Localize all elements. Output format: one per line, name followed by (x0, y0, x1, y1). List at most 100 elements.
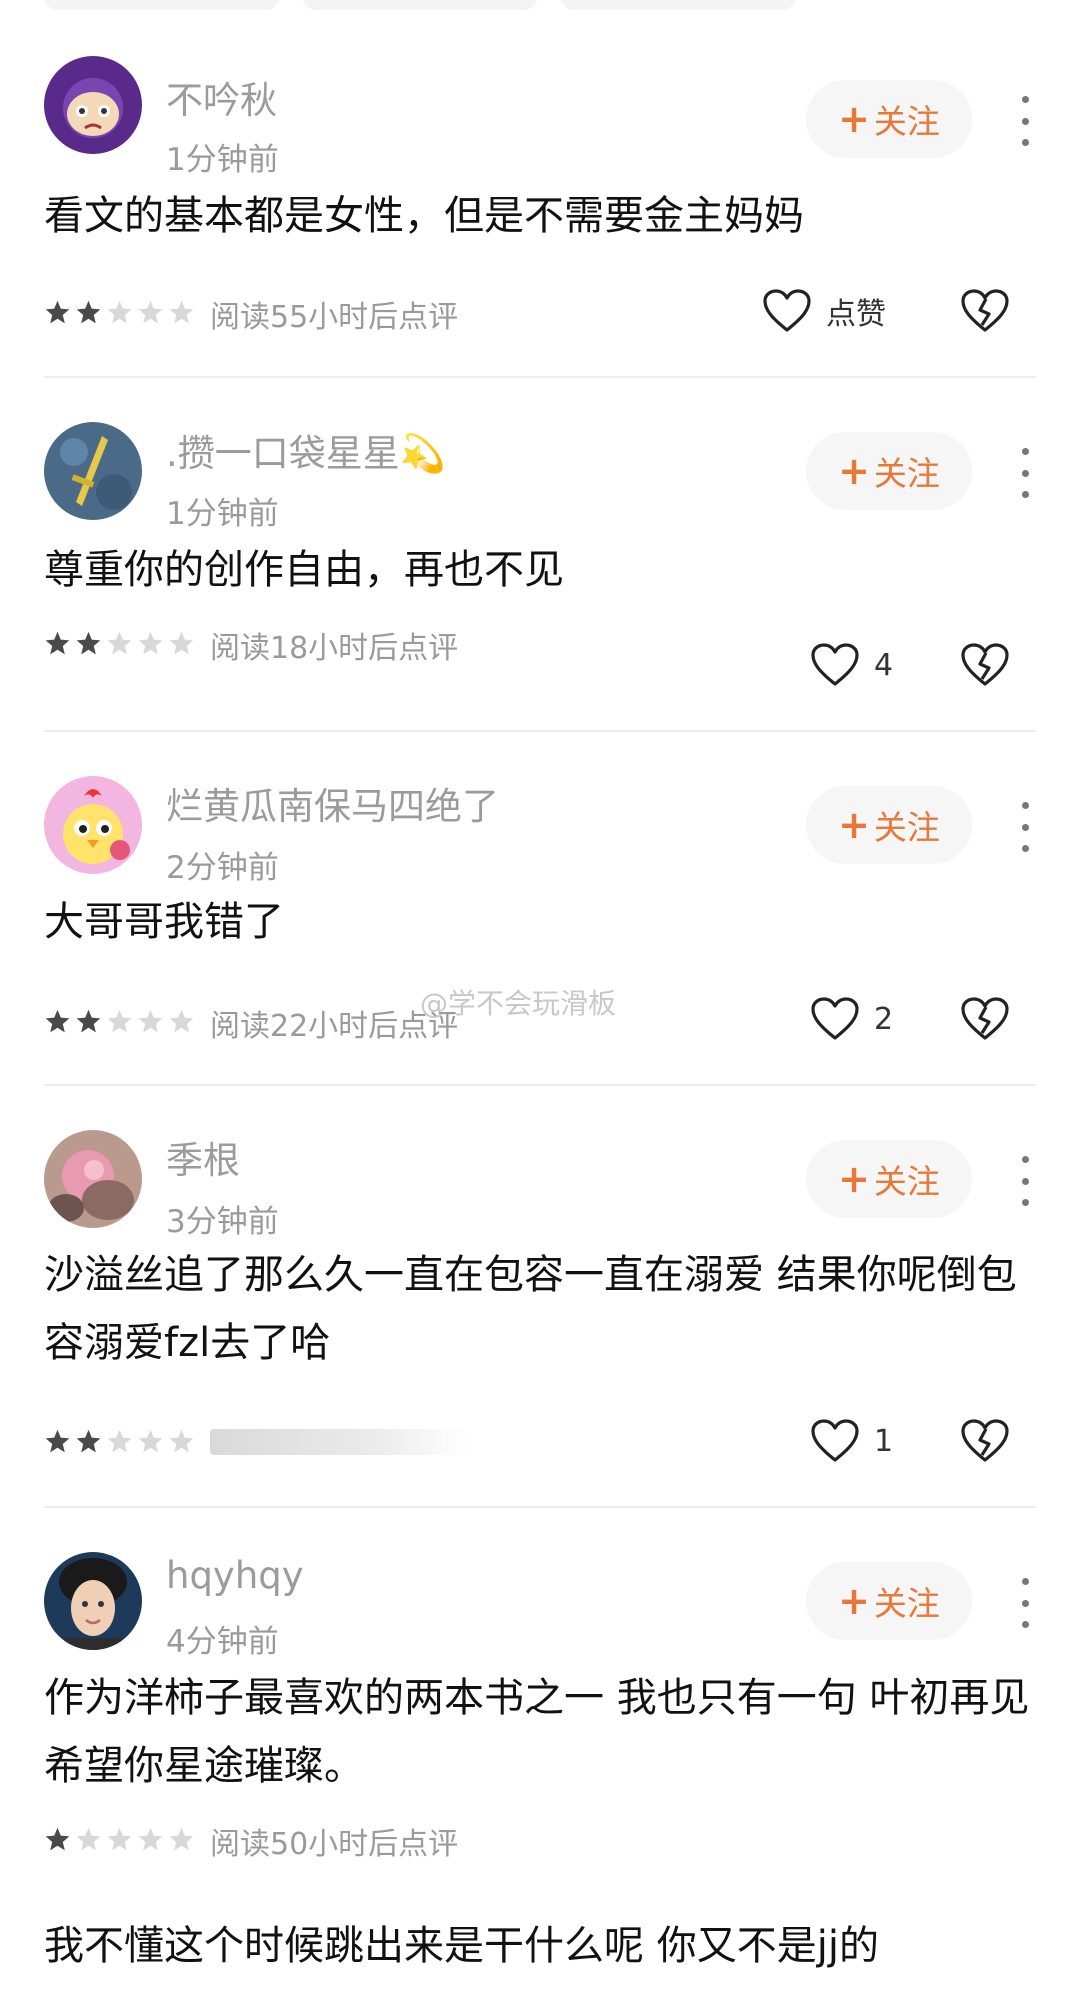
follow-label: 关注 (873, 454, 940, 493)
rating-stars (44, 1428, 195, 1455)
star-empty-icon (169, 1827, 194, 1851)
avatar[interactable] (44, 1552, 142, 1650)
more-options-icon[interactable] (1014, 1156, 1036, 1206)
reading-meta-blurred (210, 1429, 470, 1455)
follow-label: 关注 (873, 808, 940, 847)
star-empty-icon (107, 1827, 132, 1851)
divider (44, 376, 1036, 378)
star-filled-icon (45, 631, 70, 655)
like-button[interactable]: 点赞 (762, 288, 886, 334)
comment-time: 3分钟前 (166, 1204, 279, 1240)
follow-label: 关注 (873, 102, 940, 141)
star-empty-icon (138, 1429, 163, 1453)
username[interactable]: 季根 (166, 1130, 240, 1184)
reading-meta: 阅读55小时后点评 (210, 300, 459, 335)
more-options-icon[interactable] (1014, 96, 1036, 146)
heart-icon (811, 997, 859, 1040)
broken-heart-icon[interactable] (960, 288, 1010, 334)
watermark: @学不会玩滑板 (420, 987, 617, 1020)
username[interactable]: 不吟秋 (166, 70, 277, 124)
plus-icon: + (838, 1579, 870, 1623)
like-button[interactable]: 1 (810, 1418, 893, 1464)
star-filled-icon (76, 300, 101, 324)
star-filled-icon (45, 1009, 70, 1033)
like-button[interactable]: 2 (810, 996, 893, 1042)
star-empty-icon (107, 631, 132, 655)
top-pills (44, 0, 796, 10)
star-filled-icon (76, 631, 101, 655)
rating-stars (44, 1008, 195, 1035)
star-filled-icon (45, 1429, 70, 1453)
top-pill[interactable] (560, 0, 796, 10)
comment-text: 沙溢丝追了那么久一直在包容一直在溺爱 结果你呢倒包容溺爱fzl去了哈 (44, 1252, 1017, 1366)
top-pill[interactable] (302, 0, 538, 10)
like-label: 点赞 (826, 297, 886, 332)
divider (44, 1506, 1036, 1508)
username[interactable]: .攒一口袋星星💫 (166, 423, 446, 477)
rating-stars (44, 1826, 195, 1853)
divider (44, 730, 1036, 732)
broken-heart-icon[interactable] (960, 1418, 1010, 1464)
heart-icon (811, 1419, 859, 1462)
rating-stars (44, 630, 195, 657)
star-empty-icon (138, 1827, 163, 1851)
broken-heart-icon[interactable] (960, 642, 1010, 688)
star-empty-icon (169, 631, 194, 655)
star-empty-icon (138, 631, 163, 655)
star-empty-icon (107, 300, 132, 324)
username[interactable]: 烂黄瓜南保马四绝了 (166, 776, 499, 830)
follow-button[interactable]: + 关注 (806, 80, 972, 158)
star-filled-icon (76, 1009, 101, 1033)
reading-meta: 阅读50小时后点评 (210, 1827, 459, 1862)
follow-label: 关注 (873, 1584, 940, 1623)
comment-text: 作为洋柿子最喜欢的两本书之一 我也只有一句 叶初再见 希望你星途璀璨。 (44, 1675, 1030, 1789)
avatar[interactable] (44, 56, 142, 154)
star-empty-icon (76, 1827, 101, 1851)
partial-comment-text: 我不懂这个时候跳出来是干什么呢 你又不是jj的 (44, 1923, 879, 1969)
divider (44, 1084, 1036, 1086)
more-options-icon[interactable] (1014, 1578, 1036, 1628)
plus-icon: + (838, 803, 870, 847)
rating-stars (44, 299, 195, 326)
heart-icon (763, 289, 811, 332)
heart-icon (811, 643, 859, 686)
more-options-icon[interactable] (1014, 802, 1036, 852)
star-empty-icon (107, 1429, 132, 1453)
comment-time: 1分钟前 (166, 496, 279, 532)
like-count: 4 (874, 647, 894, 683)
follow-button[interactable]: + 关注 (806, 432, 972, 510)
star-filled-icon (45, 300, 70, 324)
comment-text: 大哥哥我错了 (44, 899, 284, 945)
comment-time: 1分钟前 (166, 142, 279, 178)
star-empty-icon (169, 1429, 194, 1453)
star-filled-icon (45, 1827, 70, 1851)
star-empty-icon (169, 1009, 194, 1033)
avatar[interactable] (44, 776, 142, 874)
reading-meta: 阅读18小时后点评 (210, 631, 459, 666)
plus-icon: + (838, 1157, 870, 1201)
follow-button[interactable]: + 关注 (806, 1140, 972, 1218)
like-count: 1 (874, 1423, 894, 1459)
follow-label: 关注 (873, 1162, 940, 1201)
like-button[interactable]: 4 (810, 642, 893, 688)
like-count: 2 (874, 1001, 894, 1037)
top-pill[interactable] (44, 0, 280, 10)
star-empty-icon (138, 300, 163, 324)
comment-text: 尊重你的创作自由，再也不见 (44, 547, 564, 593)
star-filled-icon (76, 1429, 101, 1453)
more-options-icon[interactable] (1014, 448, 1036, 498)
comment-text: 看文的基本都是女性，但是不需要金主妈妈 (44, 193, 804, 239)
avatar[interactable] (44, 1130, 142, 1228)
star-empty-icon (107, 1009, 132, 1033)
comment-time: 4分钟前 (166, 1624, 279, 1660)
plus-icon: + (838, 449, 870, 493)
avatar[interactable] (44, 422, 142, 520)
follow-button[interactable]: + 关注 (806, 786, 972, 864)
star-empty-icon (138, 1009, 163, 1033)
comment-time: 2分钟前 (166, 850, 279, 886)
follow-button[interactable]: + 关注 (806, 1562, 972, 1640)
plus-icon: + (838, 97, 870, 141)
username[interactable]: hqyhqy (166, 1554, 304, 1597)
broken-heart-icon[interactable] (960, 996, 1010, 1042)
star-empty-icon (169, 300, 194, 324)
